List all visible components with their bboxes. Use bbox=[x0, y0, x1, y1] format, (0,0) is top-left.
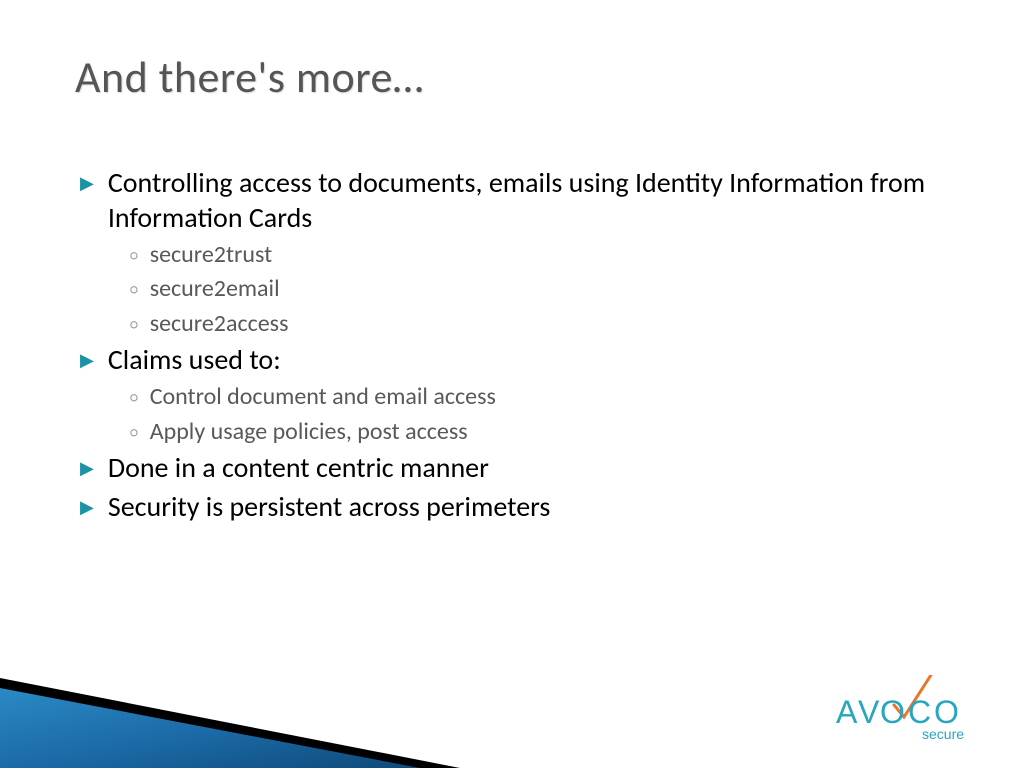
bullet-main: ▶ Claims used to: bbox=[80, 342, 944, 377]
bullet-text: Claims used to: bbox=[108, 342, 944, 377]
circle-bullet-icon: ○ bbox=[130, 247, 138, 266]
bullet-sub: ○ secure2access bbox=[130, 308, 944, 340]
circle-bullet-icon: ○ bbox=[130, 316, 138, 335]
bullet-text: Security is persistent across perimeters bbox=[108, 489, 944, 524]
sub-bullet-text: secure2email bbox=[150, 273, 944, 305]
content-area: ▶ Controlling access to documents, email… bbox=[80, 165, 944, 528]
bullet-text: Controlling access to documents, emails … bbox=[108, 165, 944, 235]
slide-title: And there's more… bbox=[75, 50, 424, 104]
bullet-main: ▶ Security is persistent across perimete… bbox=[80, 489, 944, 524]
svg-text:A: A bbox=[836, 694, 858, 730]
bullet-sub: ○ Apply usage policies, post access bbox=[130, 416, 944, 448]
triangle-bullet-icon: ▶ bbox=[80, 496, 94, 519]
svg-text:C: C bbox=[908, 694, 932, 730]
svg-text:O: O bbox=[934, 694, 960, 730]
sub-bullet-text: Apply usage policies, post access bbox=[150, 416, 944, 448]
sub-bullet-text: secure2access bbox=[150, 308, 944, 340]
bullet-text: Done in a content centric manner bbox=[108, 450, 944, 485]
sub-bullet-text: secure2trust bbox=[150, 239, 944, 271]
bullet-sub: ○ secure2email bbox=[130, 273, 944, 305]
triangle-bullet-icon: ▶ bbox=[80, 457, 94, 480]
triangle-bullet-icon: ▶ bbox=[80, 172, 94, 195]
circle-bullet-icon: ○ bbox=[130, 389, 138, 408]
circle-bullet-icon: ○ bbox=[130, 424, 138, 443]
avoco-logo: A V O C O secure bbox=[836, 675, 996, 750]
bullet-sub: ○ Control document and email access bbox=[130, 381, 944, 413]
bullet-main: ▶ Done in a content centric manner bbox=[80, 450, 944, 485]
bullet-main: ▶ Controlling access to documents, email… bbox=[80, 165, 944, 235]
sub-bullet-text: Control document and email access bbox=[150, 381, 944, 413]
bullet-sub: ○ secure2trust bbox=[130, 239, 944, 271]
logo-subtext: secure bbox=[922, 726, 964, 742]
circle-bullet-icon: ○ bbox=[130, 281, 138, 300]
svg-text:O: O bbox=[880, 694, 906, 730]
triangle-bullet-icon: ▶ bbox=[80, 349, 94, 372]
svg-text:V: V bbox=[858, 694, 880, 730]
